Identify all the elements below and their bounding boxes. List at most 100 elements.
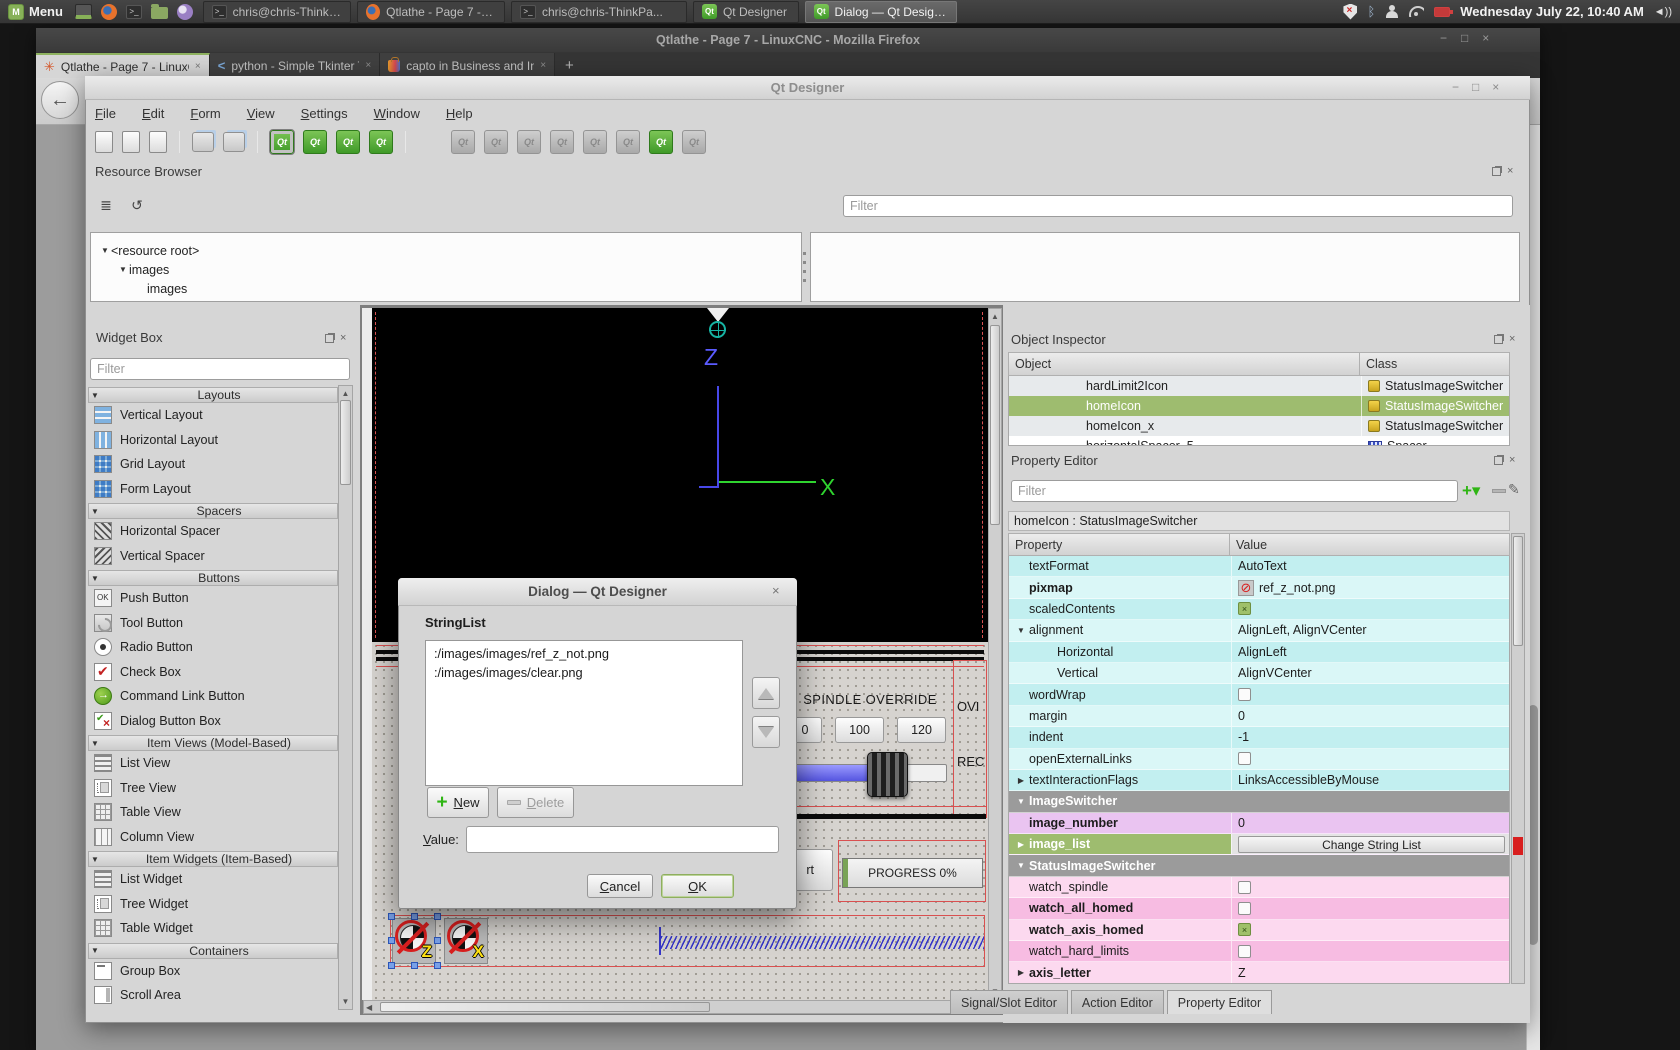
widget-box-scrollbar[interactable]: ▲ ▼ xyxy=(338,385,353,1010)
property-filter-input[interactable] xyxy=(1011,480,1458,502)
home-status-icon-x[interactable]: X xyxy=(444,918,488,964)
property-row-axis-letter[interactable]: ▶axis_letterZ xyxy=(1009,962,1509,983)
expander-icon[interactable]: ▼ xyxy=(1015,626,1027,635)
close-icon[interactable]: × xyxy=(1492,80,1499,94)
widget-push-button[interactable]: Push Button xyxy=(88,586,338,611)
layout-horizontally-icon[interactable] xyxy=(451,130,475,154)
firefox-tab-3[interactable]: capto in Business and Indust× xyxy=(380,53,555,78)
property-row-margin[interactable]: margin0 xyxy=(1009,706,1509,727)
menu-form[interactable]: Form xyxy=(190,106,220,121)
widgetbox-section-containers[interactable]: ▼Containers xyxy=(88,943,338,959)
property-row-textinteractionflags[interactable]: ▶textInteractionFlagsLinksAccessibleByMo… xyxy=(1009,770,1509,791)
edit-buddies-mode-icon[interactable] xyxy=(336,130,360,154)
clock[interactable]: Wednesday July 22, 10:40 AM xyxy=(1460,4,1644,19)
network-icon[interactable] xyxy=(1408,6,1424,17)
firefox-tab-1[interactable]: Qtlathe - Page 7 - LinuxCNC× xyxy=(36,53,210,78)
break-layout-icon[interactable] xyxy=(649,130,673,154)
tab-close-icon[interactable]: × xyxy=(540,60,546,71)
property-row-vertical[interactable]: VerticalAlignVCenter xyxy=(1009,663,1509,684)
show-desktop-launcher-icon[interactable] xyxy=(75,4,92,19)
inspector-row-homeicon-x[interactable]: homeIcon_xStatusImageSwitcher xyxy=(1009,416,1509,436)
taskbar-window-qt-designer[interactable]: Qt Designer xyxy=(693,1,799,23)
mint-menu-button[interactable]: M Menu xyxy=(0,0,71,23)
selection-handle[interactable] xyxy=(434,962,441,969)
property-row-textformat[interactable]: textFormatAutoText xyxy=(1009,556,1509,577)
widgetbox-section-item-widgets-item-based[interactable]: ▼Item Widgets (Item-Based) xyxy=(88,851,338,867)
adjust-size-icon[interactable] xyxy=(682,130,706,154)
copy-icon[interactable] xyxy=(192,132,214,152)
spindle-preset-120-button[interactable]: 120 xyxy=(897,717,946,743)
back-button[interactable]: ← xyxy=(41,81,79,119)
bluetooth-icon[interactable]: ᛒ xyxy=(1367,4,1375,19)
user-applet-icon[interactable] xyxy=(1385,5,1398,18)
widget-tool-button[interactable]: Tool Button xyxy=(88,611,338,636)
new-button[interactable]: +New xyxy=(427,787,489,818)
widget-list-widget[interactable]: List Widget xyxy=(88,867,338,892)
widget-command-link-button[interactable]: Command Link Button xyxy=(88,684,338,709)
splitter-handle[interactable] xyxy=(803,252,806,286)
class-column-header[interactable]: Class xyxy=(1360,352,1510,376)
maximize-icon[interactable]: □ xyxy=(1461,31,1468,45)
widget-table-widget[interactable]: Table Widget xyxy=(88,916,338,941)
menu-settings[interactable]: Settings xyxy=(301,106,348,121)
dock-float-icon[interactable] xyxy=(1492,167,1501,176)
checkbox-wordwrap[interactable] xyxy=(1238,688,1251,701)
widget-vertical-layout[interactable]: Vertical Layout xyxy=(88,403,338,428)
property-row-alignment[interactable]: ▼alignmentAlignLeft, AlignVCenter xyxy=(1009,620,1509,641)
firefox-titlebar[interactable]: Qtlathe - Page 7 - LinuxCNC - Mozilla Fi… xyxy=(36,28,1540,52)
selection-handle[interactable] xyxy=(388,913,395,920)
tab-action-editor[interactable]: Action Editor xyxy=(1071,990,1164,1014)
resource-tree-item-images[interactable]: ▼images xyxy=(91,260,801,279)
minimize-icon[interactable]: − xyxy=(1440,31,1447,45)
menu-edit[interactable]: Edit xyxy=(142,106,164,121)
horizontal-spacer-widget[interactable] xyxy=(661,936,984,949)
tab-signal-slot-editor[interactable]: Signal/Slot Editor xyxy=(950,990,1068,1014)
property-editor-scrollbar[interactable] xyxy=(1511,533,1525,984)
dock-close-icon[interactable]: × xyxy=(1509,335,1515,344)
widget-tree-view[interactable]: Tree View xyxy=(88,776,338,801)
property-group-imageswitcher[interactable]: ▼ImageSwitcher xyxy=(1009,791,1509,812)
checkbox-watch-hard-limits[interactable] xyxy=(1238,945,1251,958)
widget-tree-widget[interactable]: Tree Widget xyxy=(88,892,338,917)
resource-tree-item-resource-root[interactable]: ▼<resource root> xyxy=(91,241,801,260)
object-column-header[interactable]: Object xyxy=(1008,352,1360,376)
dock-close-icon[interactable]: × xyxy=(1509,456,1515,465)
widget-list-view[interactable]: List View xyxy=(88,751,338,776)
property-row-image-number[interactable]: image_number0 xyxy=(1009,813,1509,834)
configure-property-editor-icon[interactable]: ✎ xyxy=(1508,481,1520,498)
add-dynamic-property-icon[interactable]: +▾ xyxy=(1462,481,1480,501)
dock-close-icon[interactable]: × xyxy=(340,334,346,343)
firefox-launcher-icon[interactable] xyxy=(101,4,117,20)
widget-radio-button[interactable]: Radio Button xyxy=(88,635,338,660)
property-row-watch-axis-homed[interactable]: watch_axis_homed× xyxy=(1009,920,1509,941)
stringlist-item-2[interactable]: :/images/images/clear.png xyxy=(426,663,742,682)
checkbox-scaledcontents[interactable]: × xyxy=(1238,602,1251,615)
layout-splitter-vertical-icon[interactable] xyxy=(550,130,574,154)
selection-handle[interactable] xyxy=(434,937,441,944)
taskbar-window-chris-chris-thinkpa[interactable]: chris@chris-ThinkPa... xyxy=(511,1,687,23)
widget-box-filter-input[interactable] xyxy=(90,358,350,380)
reset-property-marker[interactable] xyxy=(1513,837,1523,855)
dock-float-icon[interactable] xyxy=(1494,456,1503,465)
minimize-icon[interactable]: − xyxy=(1452,80,1459,94)
edit-signals-slots-mode-icon[interactable] xyxy=(303,130,327,154)
move-up-button[interactable] xyxy=(752,677,780,709)
expander-icon[interactable]: ▶ xyxy=(1015,968,1027,977)
home-status-icon-z[interactable]: Z xyxy=(392,918,436,964)
widget-scroll-area[interactable]: Scroll Area xyxy=(88,983,338,1008)
battery-icon[interactable] xyxy=(1434,7,1450,17)
property-row-scaledcontents[interactable]: scaledContents× xyxy=(1009,599,1509,620)
new-tab-button[interactable]: + xyxy=(555,57,584,74)
selection-handle[interactable] xyxy=(411,913,418,920)
maximize-icon[interactable]: □ xyxy=(1472,80,1479,94)
tab-close-icon[interactable]: × xyxy=(365,60,371,71)
edit-tab-order-mode-icon[interactable] xyxy=(369,130,393,154)
form-hscrollbar[interactable]: ◀ ▶ xyxy=(363,1000,988,1014)
widget-vertical-spacer[interactable]: Vertical Spacer xyxy=(88,544,338,569)
menu-window[interactable]: Window xyxy=(374,106,420,121)
checkbox-watch-spindle[interactable] xyxy=(1238,881,1251,894)
expander-icon[interactable]: ▶ xyxy=(1015,776,1027,785)
new-form-icon[interactable] xyxy=(95,131,113,153)
widget-horizontal-spacer[interactable]: Horizontal Spacer xyxy=(88,519,338,544)
taskbar-window-chris-chris-thinkpa[interactable]: chris@chris-ThinkPa... xyxy=(203,1,351,23)
